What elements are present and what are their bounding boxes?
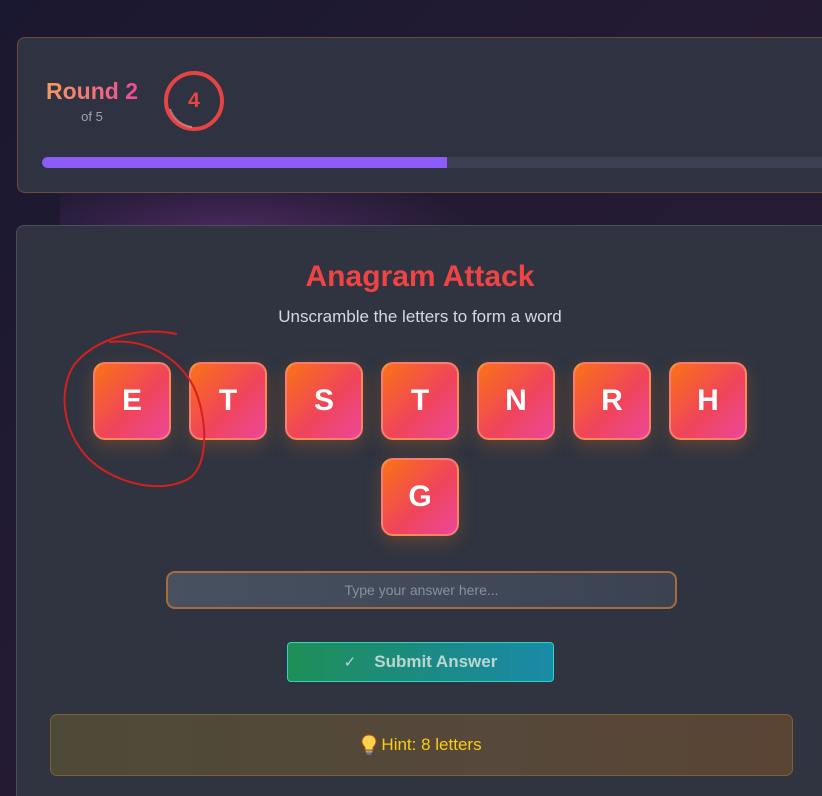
hint-text: Hint: 8 letters [381, 735, 482, 754]
round-progress-bar [42, 157, 822, 168]
letter-tile[interactable]: R [573, 362, 651, 440]
letter-tile[interactable]: H [669, 362, 747, 440]
round-total: of 5 [81, 109, 103, 124]
answer-input[interactable] [166, 571, 677, 609]
round-indicator: Round 2 of 5 [42, 78, 142, 124]
letter-tile[interactable]: T [381, 362, 459, 440]
game-instructions: Unscramble the letters to form a word [278, 307, 562, 326]
round-progress-fill [42, 157, 447, 168]
hint-box: Hint: 8 letters [50, 714, 793, 776]
round-label: Round 2 [42, 78, 142, 105]
game-title: Anagram Attack [305, 260, 535, 293]
letter-tile[interactable]: T [189, 362, 267, 440]
countdown-timer: 4 [162, 69, 226, 133]
letter-tiles: E T S T N R H G [77, 362, 763, 536]
submit-button-label: Submit Answer [374, 652, 498, 671]
round-panel: Round 2 of 5 4 [17, 37, 822, 193]
letter-tile[interactable]: N [477, 362, 555, 440]
checkmark-icon: ✓ [343, 654, 357, 671]
letter-tile[interactable]: S [285, 362, 363, 440]
letter-tile[interactable]: E [93, 362, 171, 440]
submit-answer-button[interactable]: ✓ Submit Answer [287, 642, 554, 682]
timer-value: 4 [188, 89, 200, 112]
lightbulb-icon [361, 734, 377, 755]
game-panel: Anagram Attack Unscramble the letters to… [16, 225, 822, 796]
letter-tile[interactable]: G [381, 458, 459, 536]
